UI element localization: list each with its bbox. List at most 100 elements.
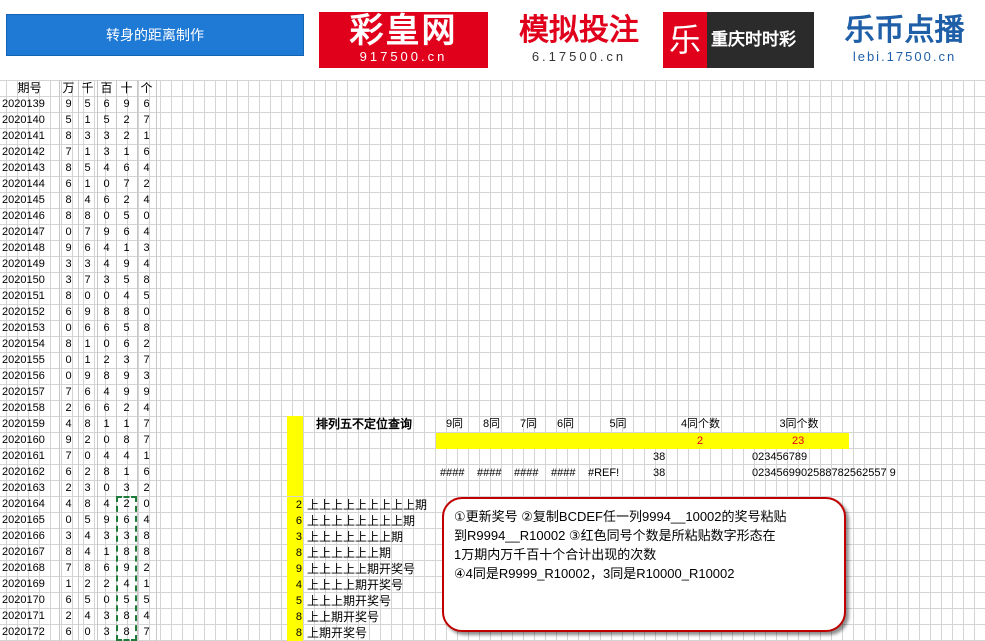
digit-cell[interactable]: 8: [59, 192, 78, 208]
digit-cell[interactable]: 2: [137, 480, 156, 496]
digit-cell[interactable]: 3: [97, 144, 116, 160]
digit-cell[interactable]: 5: [59, 112, 78, 128]
digit-cell[interactable]: 0: [78, 288, 97, 304]
digit-cell[interactable]: 5: [78, 592, 97, 608]
period-cell[interactable]: 2020171: [2, 608, 45, 624]
period-cell[interactable]: 2020169: [2, 576, 45, 592]
digit-cell[interactable]: 0: [137, 496, 156, 512]
period-cell[interactable]: 2020160: [2, 432, 45, 448]
digit-cell[interactable]: 2: [78, 576, 97, 592]
digit-cell[interactable]: 3: [116, 480, 137, 496]
digit-cell[interactable]: 5: [78, 512, 97, 528]
digit-cell[interactable]: 9: [116, 96, 137, 112]
digit-cell[interactable]: 8: [116, 304, 137, 320]
digit-cell[interactable]: 6: [97, 560, 116, 576]
digit-cell[interactable]: 8: [97, 464, 116, 480]
digit-cell[interactable]: 4: [78, 528, 97, 544]
digit-cell[interactable]: 5: [116, 272, 137, 288]
period-cell[interactable]: 2020150: [2, 272, 45, 288]
digit-cell[interactable]: 0: [59, 224, 78, 240]
digit-cell[interactable]: 4: [137, 192, 156, 208]
digit-cell[interactable]: 2: [116, 128, 137, 144]
digit-cell[interactable]: 0: [97, 336, 116, 352]
digit-cell[interactable]: 2: [78, 464, 97, 480]
digit-cell[interactable]: 0: [137, 208, 156, 224]
digit-cell[interactable]: 8: [78, 416, 97, 432]
digit-cell[interactable]: 6: [116, 224, 137, 240]
digit-cell[interactable]: 3: [78, 480, 97, 496]
digit-cell[interactable]: 4: [116, 448, 137, 464]
digit-cell[interactable]: 9: [116, 368, 137, 384]
digit-cell[interactable]: 4: [137, 512, 156, 528]
digit-cell[interactable]: 4: [78, 544, 97, 560]
digit-cell[interactable]: 3: [59, 528, 78, 544]
digit-cell[interactable]: 8: [137, 544, 156, 560]
digit-cell[interactable]: 0: [97, 592, 116, 608]
digit-cell[interactable]: 1: [59, 576, 78, 592]
digit-cell[interactable]: 3: [97, 608, 116, 624]
digit-cell[interactable]: 3: [78, 256, 97, 272]
digit-cell[interactable]: 6: [97, 400, 116, 416]
digit-cell[interactable]: 4: [59, 416, 78, 432]
period-cell[interactable]: 2020151: [2, 288, 45, 304]
period-cell[interactable]: 2020148: [2, 240, 45, 256]
digit-cell[interactable]: 0: [59, 352, 78, 368]
digit-cell[interactable]: 7: [137, 432, 156, 448]
period-cell[interactable]: 2020167: [2, 544, 45, 560]
digit-cell[interactable]: 3: [97, 624, 116, 640]
digit-cell[interactable]: 4: [78, 192, 97, 208]
digit-cell[interactable]: 0: [137, 304, 156, 320]
digit-cell[interactable]: 3: [59, 256, 78, 272]
author-button[interactable]: 转身的距离制作: [6, 14, 304, 56]
period-cell[interactable]: 2020157: [2, 384, 45, 400]
digit-cell[interactable]: 7: [59, 560, 78, 576]
digit-cell[interactable]: 3: [59, 272, 78, 288]
digit-cell[interactable]: 1: [78, 336, 97, 352]
digit-cell[interactable]: 7: [137, 624, 156, 640]
digit-cell[interactable]: 4: [97, 448, 116, 464]
digit-cell[interactable]: 9: [97, 224, 116, 240]
period-cell[interactable]: 2020139: [2, 96, 45, 112]
digit-cell[interactable]: 3: [137, 368, 156, 384]
digit-cell[interactable]: 2: [59, 400, 78, 416]
digit-cell[interactable]: 1: [116, 416, 137, 432]
period-cell[interactable]: 2020145: [2, 192, 45, 208]
digit-cell[interactable]: 9: [116, 384, 137, 400]
digit-cell[interactable]: 6: [59, 464, 78, 480]
period-cell[interactable]: 2020155: [2, 352, 45, 368]
digit-cell[interactable]: 8: [78, 496, 97, 512]
digit-cell[interactable]: 8: [59, 160, 78, 176]
period-cell[interactable]: 2020147: [2, 224, 45, 240]
digit-cell[interactable]: 4: [137, 608, 156, 624]
period-cell[interactable]: 2020153: [2, 320, 45, 336]
digit-cell[interactable]: 4: [137, 256, 156, 272]
period-cell[interactable]: 2020141: [2, 128, 45, 144]
digit-cell[interactable]: 6: [97, 96, 116, 112]
digit-cell[interactable]: 0: [97, 480, 116, 496]
digit-cell[interactable]: 3: [97, 272, 116, 288]
digit-cell[interactable]: 6: [59, 624, 78, 640]
digit-cell[interactable]: 0: [97, 432, 116, 448]
digit-cell[interactable]: 0: [97, 208, 116, 224]
digit-cell[interactable]: 8: [59, 544, 78, 560]
digit-cell[interactable]: 7: [59, 144, 78, 160]
digit-cell[interactable]: 0: [59, 512, 78, 528]
digit-cell[interactable]: 3: [116, 352, 137, 368]
digit-cell[interactable]: 8: [116, 432, 137, 448]
digit-cell[interactable]: 9: [78, 368, 97, 384]
digit-cell[interactable]: 8: [78, 560, 97, 576]
digit-cell[interactable]: 0: [97, 176, 116, 192]
digit-cell[interactable]: 2: [137, 336, 156, 352]
caihuang-logo[interactable]: 彩皇网 917500.cn: [319, 12, 488, 68]
digit-cell[interactable]: 1: [78, 112, 97, 128]
digit-cell[interactable]: 2: [97, 576, 116, 592]
digit-cell[interactable]: 2: [137, 176, 156, 192]
digit-cell[interactable]: 5: [116, 320, 137, 336]
digit-cell[interactable]: 6: [137, 464, 156, 480]
period-cell[interactable]: 2020168: [2, 560, 45, 576]
period-cell[interactable]: 2020172: [2, 624, 45, 640]
digit-cell[interactable]: 5: [78, 160, 97, 176]
digit-cell[interactable]: 6: [78, 240, 97, 256]
digit-cell[interactable]: 2: [97, 352, 116, 368]
digit-cell[interactable]: 1: [116, 240, 137, 256]
